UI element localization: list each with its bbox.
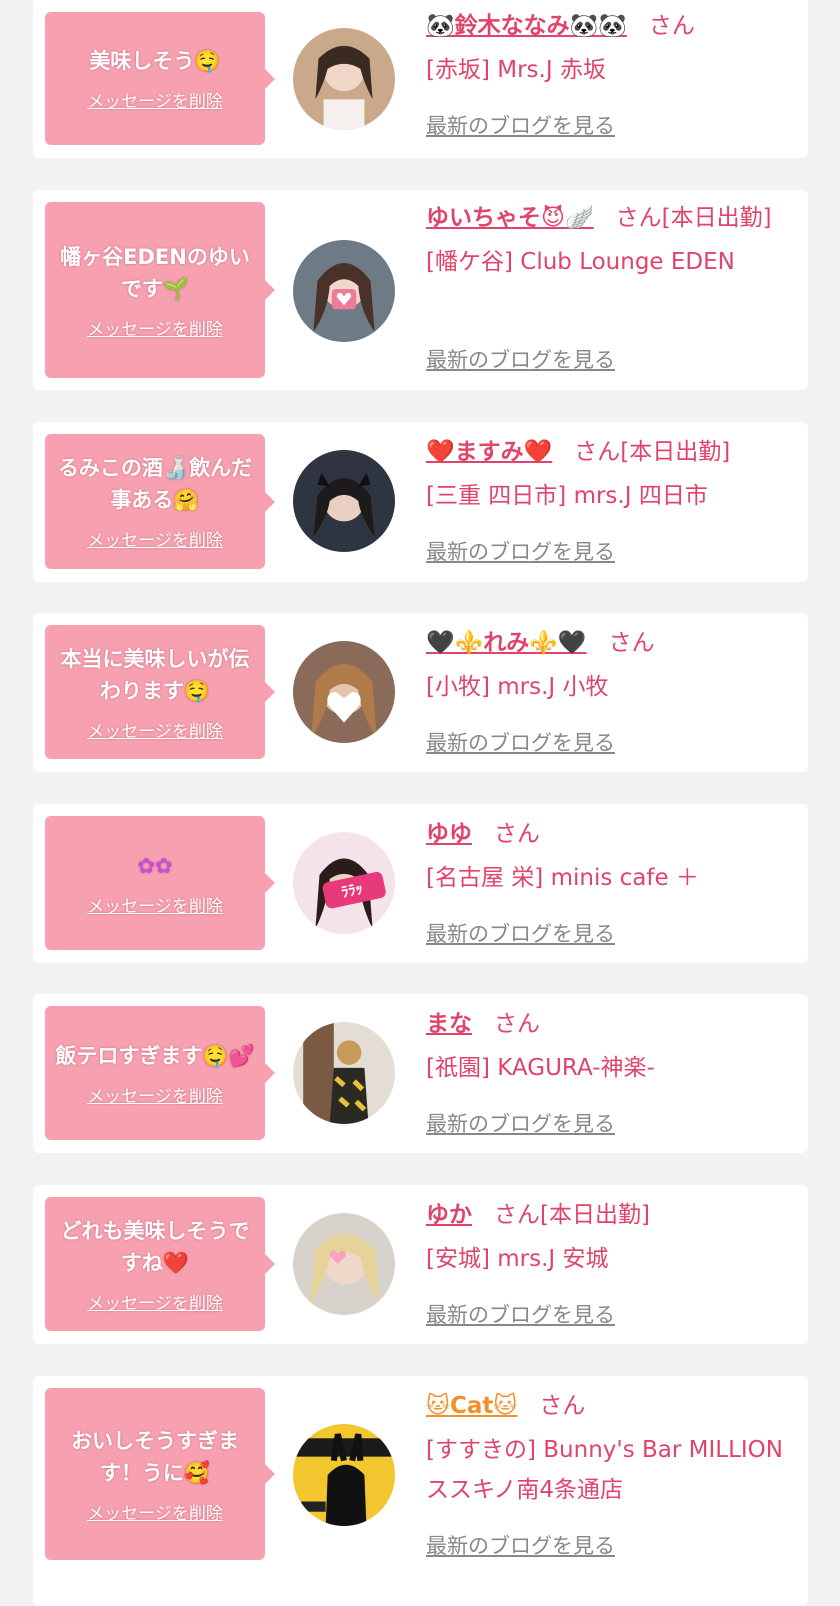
message-text: 本当に美味しいが伝わります🤤 (60, 646, 250, 703)
delete-message-link[interactable]: メッセージを削除 (87, 892, 223, 917)
avatar[interactable] (293, 1022, 395, 1124)
latest-blog-link[interactable]: 最新のブログを見る (426, 344, 615, 374)
avatar[interactable] (293, 1213, 395, 1315)
honorific: さん (494, 1011, 540, 1037)
user-name-link[interactable]: ゆゆ (426, 821, 472, 847)
list-item: 本当に美味しいが伝わります🤤 メッセージを削除 🖤⚜️れみ⚜️🖤 さん [小牧] … (33, 613, 808, 772)
user-name-link[interactable]: ゆか (426, 1202, 472, 1228)
message-text: 美味しそう🤤 (89, 49, 221, 73)
delete-message-link[interactable]: メッセージを削除 (87, 717, 223, 742)
user-name-link[interactable]: ゆいちゃそ😈🪽 (426, 205, 594, 231)
message-text: おいしそうすぎます！うに🥰 (71, 1428, 239, 1485)
user-name-link[interactable]: ❤️ますみ❤️ (426, 439, 552, 465)
shop-name: [すすきの] Bunny's Bar MILLION ススキノ南4条通店 (426, 1437, 783, 1503)
list-item: どれも美味しそうですね❤️ メッセージを削除 ゆか さん[本日出勤] [安城] m… (33, 1185, 808, 1344)
latest-blog-link[interactable]: 最新のブログを見る (426, 110, 615, 140)
avatar[interactable] (293, 240, 395, 342)
list-item: おいしそうすぎます！うに🥰 メッセージを削除 🐱Cat🐱 さん [すすきの] Bu… (33, 1376, 808, 1606)
message-bubble: ✿✿ メッセージを削除 (45, 816, 275, 950)
message-text: ✿✿ (137, 853, 173, 878)
list-item: るみこの酒🍶飲んだ事ある🤗 メッセージを削除 ❤️ますみ❤️ さん[本日出勤] [… (33, 422, 808, 582)
message-bubble: 幡ヶ谷EDENのゆいです🌱 メッセージを削除 (45, 202, 275, 378)
honorific: さん (648, 13, 695, 39)
user-name-link[interactable]: 🐼鈴木ななみ🐼🐼 (426, 13, 627, 39)
avatar[interactable] (293, 1424, 395, 1526)
delete-message-link[interactable]: メッセージを削除 (87, 1499, 223, 1524)
list-item: ✿✿ メッセージを削除 ﾗﾗｯ ゆゆ さん [名古屋 栄] minis cafe … (33, 804, 808, 963)
avatar[interactable] (293, 28, 395, 130)
message-list: 美味しそう🤤 メッセージを削除 🐼鈴木ななみ🐼🐼 さん [赤坂] Mrs.J 赤坂… (0, 0, 840, 1606)
shop-name: [小牧] mrs.J 小牧 (426, 674, 609, 700)
list-item: 幡ヶ谷EDENのゆいです🌱 メッセージを削除 ゆいちゃそ😈🪽 さん[本日出勤] [… (33, 190, 808, 390)
shop-name: [名古屋 栄] minis cafe ＋ (426, 865, 699, 891)
avatar[interactable]: ﾗﾗｯ (293, 832, 395, 934)
delete-message-link[interactable]: メッセージを削除 (87, 87, 223, 112)
message-bubble: 美味しそう🤤 メッセージを削除 (45, 12, 275, 145)
latest-blog-link[interactable]: 最新のブログを見る (426, 1530, 615, 1560)
delete-message-link[interactable]: メッセージを削除 (87, 1082, 223, 1107)
avatar[interactable] (293, 450, 395, 552)
message-bubble: どれも美味しそうですね❤️ メッセージを削除 (45, 1197, 275, 1331)
message-bubble: 飯テロすぎます🤤💕 メッセージを削除 (45, 1006, 275, 1140)
latest-blog-link[interactable]: 最新のブログを見る (426, 1108, 615, 1138)
honorific: さん (608, 630, 655, 656)
message-bubble: 本当に美味しいが伝わります🤤 メッセージを削除 (45, 625, 275, 759)
latest-blog-link[interactable]: 最新のブログを見る (426, 918, 615, 948)
honorific: さん[本日出勤] (494, 1202, 650, 1228)
shop-name: [安城] mrs.J 安城 (426, 1246, 609, 1272)
shop-name: [赤坂] Mrs.J 赤坂 (426, 57, 606, 83)
honorific: さん (494, 821, 540, 847)
latest-blog-link[interactable]: 最新のブログを見る (426, 536, 615, 566)
message-bubble: おいしそうすぎます！うに🥰 メッセージを削除 (45, 1388, 275, 1560)
shop-name: [幡ケ谷] Club Lounge EDEN (426, 249, 735, 275)
delete-message-link[interactable]: メッセージを削除 (87, 526, 223, 551)
honorific: さん[本日出勤] (615, 205, 772, 231)
latest-blog-link[interactable]: 最新のブログを見る (426, 727, 615, 757)
message-text: るみこの酒🍶飲んだ事ある🤗 (57, 456, 253, 512)
list-item: 飯テロすぎます🤤💕 メッセージを削除 まな さん [祇園] KAGURA-神楽- … (33, 994, 808, 1153)
user-name-link[interactable]: 🐱Cat🐱 (426, 1393, 517, 1419)
latest-blog-link[interactable]: 最新のブログを見る (426, 1299, 615, 1329)
shop-name: [三重 四日市] mrs.J 四日市 (426, 483, 708, 509)
honorific: さん[本日出勤] (574, 439, 731, 465)
user-name-link[interactable]: まな (426, 1011, 472, 1037)
message-text: 幡ヶ谷EDENのゆいです🌱 (60, 244, 250, 301)
avatar[interactable] (293, 641, 395, 743)
delete-message-link[interactable]: メッセージを削除 (87, 315, 223, 340)
message-text: 飯テロすぎます🤤💕 (55, 1043, 255, 1068)
shop-name: [祇園] KAGURA-神楽- (426, 1055, 655, 1081)
list-item: 美味しそう🤤 メッセージを削除 🐼鈴木ななみ🐼🐼 さん [赤坂] Mrs.J 赤坂… (33, 0, 808, 158)
user-name-link[interactable]: 🖤⚜️れみ⚜️🖤 (426, 630, 587, 656)
honorific: さん (539, 1393, 586, 1419)
delete-message-link[interactable]: メッセージを削除 (87, 1289, 223, 1314)
message-text: どれも美味しそうですね❤️ (60, 1218, 250, 1275)
message-bubble: るみこの酒🍶飲んだ事ある🤗 メッセージを削除 (45, 434, 275, 569)
